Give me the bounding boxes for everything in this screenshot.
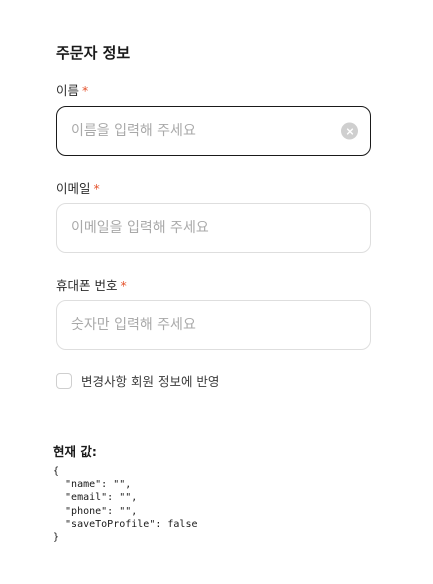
- section-title: 주문자 정보: [56, 44, 131, 62]
- name-field-box[interactable]: [56, 106, 371, 156]
- save-to-profile-row[interactable]: 변경사항 회원 정보에 반영: [56, 371, 219, 390]
- phone-input[interactable]: [71, 301, 331, 349]
- name-label-text: 이름: [56, 83, 80, 98]
- current-values-json: { "name": "", "email": "", "phone": "", …: [53, 466, 198, 544]
- email-label-text: 이메일: [56, 181, 91, 196]
- phone-label: 휴대폰 번호 *: [56, 275, 127, 294]
- email-field-box[interactable]: [56, 203, 371, 253]
- email-input[interactable]: [71, 204, 331, 252]
- current-values-title: 현재 값:: [53, 444, 97, 459]
- phone-field-box[interactable]: [56, 300, 371, 350]
- required-mark: *: [120, 278, 127, 293]
- name-label: 이름 *: [56, 80, 88, 99]
- phone-label-text: 휴대폰 번호: [56, 278, 118, 293]
- name-input[interactable]: [71, 107, 331, 155]
- required-mark: *: [82, 83, 89, 98]
- close-circle-icon[interactable]: [341, 122, 358, 140]
- required-mark: *: [93, 181, 100, 196]
- save-to-profile-label[interactable]: 변경사항 회원 정보에 반영: [81, 371, 219, 390]
- save-to-profile-checkbox[interactable]: [56, 372, 72, 389]
- email-label: 이메일 *: [56, 178, 100, 197]
